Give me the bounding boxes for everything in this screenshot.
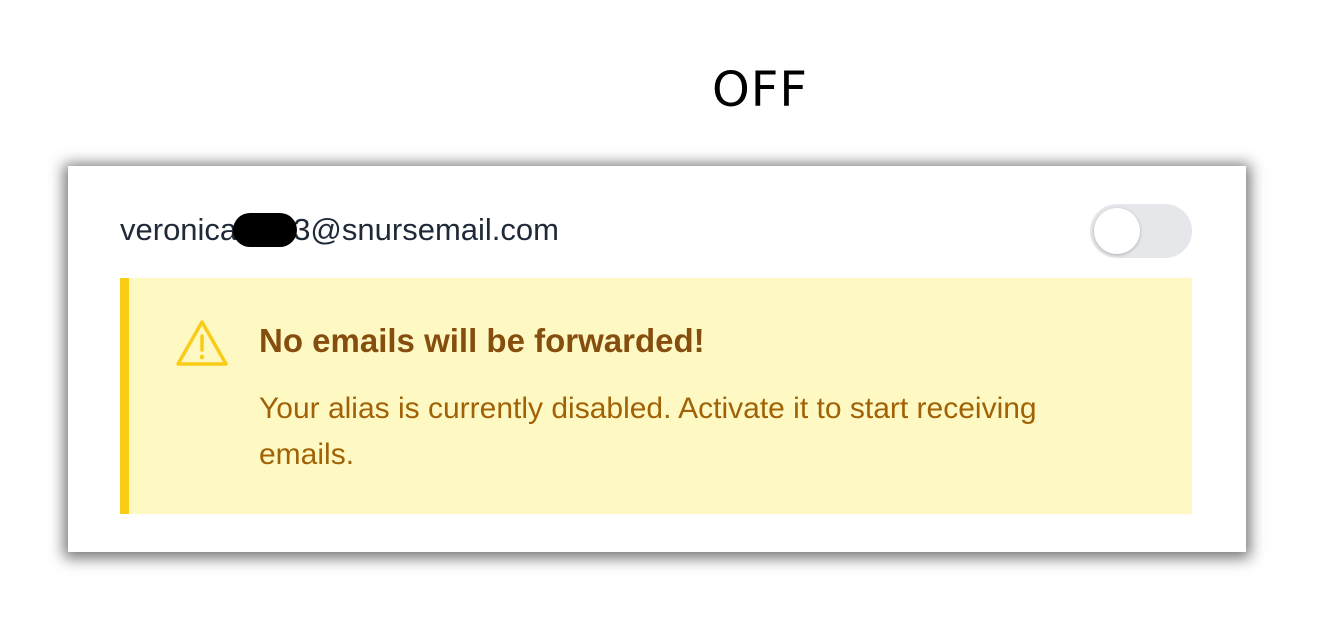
toggle-knob xyxy=(1094,208,1140,254)
alias-enable-toggle[interactable] xyxy=(1090,204,1192,258)
alias-card: veronica 3@snursemail.com No emails will… xyxy=(68,166,1246,552)
redaction-mark xyxy=(233,213,298,247)
off-annotation-label: OFF xyxy=(712,62,808,118)
alias-email-prefix: veronica xyxy=(120,212,238,247)
screenshot-stage: OFF veronica 3@snursemail.com No emails … xyxy=(0,0,1318,618)
disabled-warning-alert: No emails will be forwarded! Your alias … xyxy=(120,278,1192,514)
warning-icon xyxy=(176,320,228,366)
alias-email-address: veronica 3@snursemail.com xyxy=(120,212,559,248)
alert-title: No emails will be forwarded! xyxy=(259,322,705,359)
alert-message: Your alias is currently disabled. Activa… xyxy=(259,392,1037,471)
alias-email-suffix: 3@snursemail.com xyxy=(293,212,559,247)
